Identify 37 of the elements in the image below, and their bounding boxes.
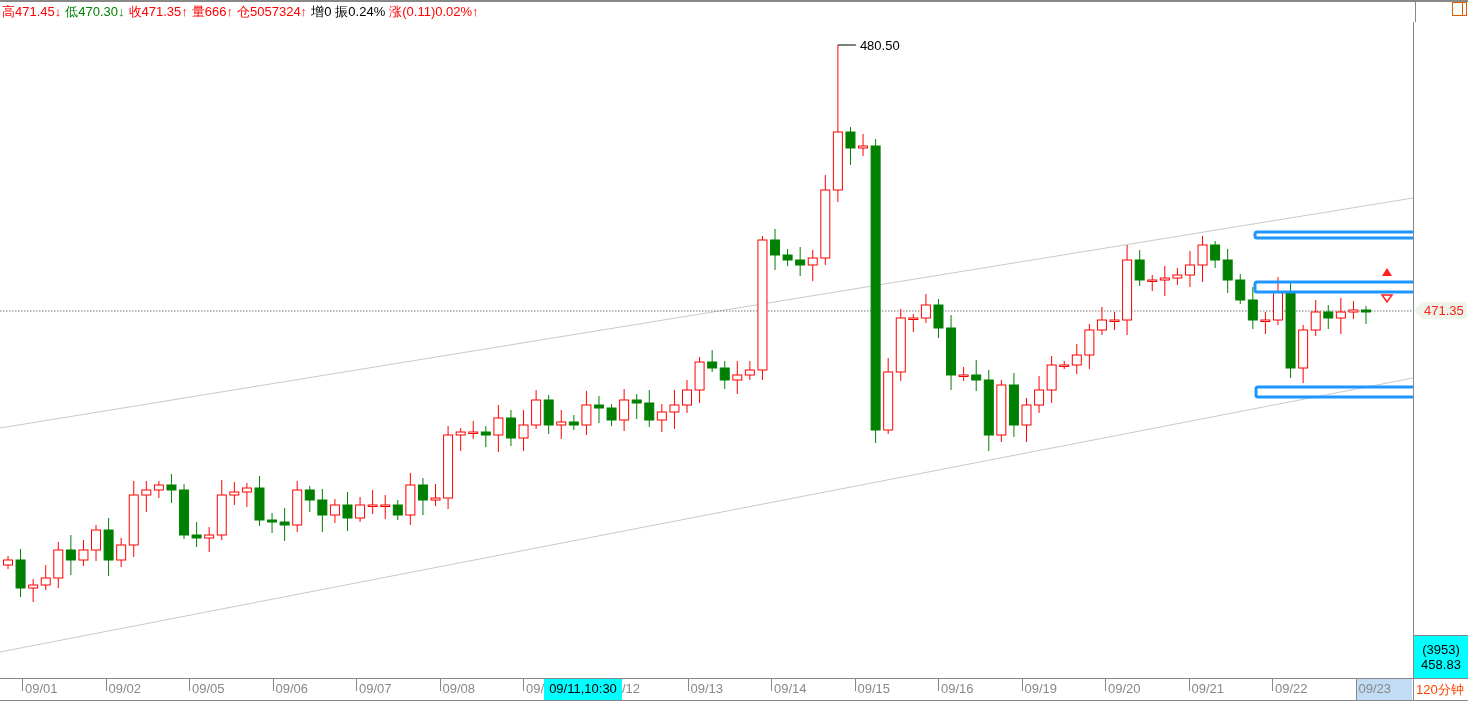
date-label: 09/16: [938, 679, 1022, 691]
quote-value: 低470.30↓: [65, 3, 125, 21]
date-label: 09/20: [1105, 679, 1189, 691]
date-label: 09/06: [272, 679, 356, 691]
quote-value: 增0: [311, 3, 332, 21]
date-label: 09/08: [439, 679, 523, 691]
date-label: 09/21: [1188, 679, 1272, 691]
date-label: 09/02: [105, 679, 189, 691]
up-arrow-icon[interactable]: [1382, 268, 1392, 276]
highlight-box[interactable]: [1253, 280, 1413, 294]
quote-value: 涨(0.11)0.02%↑: [389, 3, 479, 21]
date-label: 09/15: [854, 679, 938, 691]
highlight-box[interactable]: [1254, 385, 1413, 399]
last-price-tag: 471.35: [1414, 302, 1467, 319]
date-label: 09/13: [687, 679, 771, 691]
quote-value: 量666↑: [191, 3, 233, 21]
date-label: 09/22: [1272, 679, 1356, 691]
period-selector[interactable]: 120分钟: [1413, 679, 1468, 700]
highlight-box[interactable]: [1253, 230, 1413, 240]
leader-line: [837, 44, 857, 46]
cursor-price: 458.83: [1421, 657, 1461, 672]
date-label: 09/14: [771, 679, 855, 691]
cursor-time-label: 09/11,10:30: [544, 679, 622, 700]
quote-value: 振0.24%: [335, 3, 386, 21]
peak-price: 480.50: [859, 38, 900, 53]
date-label: 09/19: [1021, 679, 1105, 691]
date-label: 09/05: [189, 679, 273, 691]
down-arrow-icon[interactable]: [1380, 294, 1394, 304]
quote-value: 高471.45↓: [2, 3, 62, 21]
quote-value: 收471.35↑: [128, 3, 188, 21]
bar-count: (3953): [1422, 642, 1460, 657]
date-label: 09/23: [1355, 679, 1412, 700]
window-toggle-icon[interactable]: [1452, 2, 1467, 16]
date-label: 09/01: [22, 679, 106, 691]
quote-value: 仓5057324↑: [237, 3, 308, 21]
date-label: 09/07: [356, 679, 440, 691]
date-label: /12: [622, 680, 642, 698]
